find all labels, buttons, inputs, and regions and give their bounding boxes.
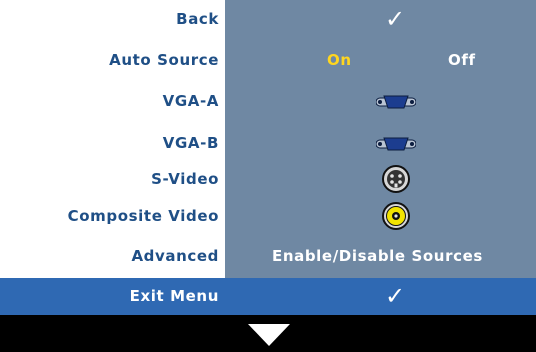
exit-menu-label[interactable]: Exit Menu: [130, 278, 219, 315]
exit-menu-checkmark[interactable]: ✓: [385, 278, 405, 315]
menu-row-vga-a[interactable]: VGA-A: [0, 82, 536, 120]
s-video-label[interactable]: S-Video: [151, 160, 219, 198]
back-label[interactable]: Back: [176, 0, 219, 38]
menu-row-back[interactable]: Back ✓: [0, 0, 536, 38]
vga-port-icon[interactable]: [376, 136, 416, 152]
source-menu: Back ✓ Auto Source On Off VGA-A VGA-B S-…: [0, 0, 536, 352]
enable-disable-sources-option[interactable]: Enable/Disable Sources: [272, 237, 483, 275]
menu-row-advanced[interactable]: Advanced Enable/Disable Sources: [0, 237, 536, 275]
s-video-port-icon[interactable]: [382, 165, 410, 193]
navigation-footer: [0, 315, 536, 352]
composite-video-port-icon[interactable]: [382, 202, 410, 230]
menu-row-auto-source[interactable]: Auto Source On Off: [0, 41, 536, 79]
auto-source-off-option[interactable]: Off: [448, 41, 476, 79]
advanced-label[interactable]: Advanced: [131, 237, 219, 275]
vga-port-icon[interactable]: [376, 94, 416, 110]
down-arrow-icon[interactable]: [248, 324, 290, 346]
vga-a-label[interactable]: VGA-A: [163, 82, 219, 120]
composite-video-label[interactable]: Composite Video: [68, 197, 219, 235]
auto-source-on-option[interactable]: On: [327, 41, 352, 79]
auto-source-label[interactable]: Auto Source: [109, 41, 219, 79]
menu-row-composite-video[interactable]: Composite Video: [0, 197, 536, 235]
exit-menu-bar[interactable]: Exit Menu ✓: [0, 278, 536, 315]
menu-row-vga-b[interactable]: VGA-B: [0, 124, 536, 162]
back-checkmark[interactable]: ✓: [385, 0, 405, 38]
menu-row-s-video[interactable]: S-Video: [0, 160, 536, 198]
vga-b-label[interactable]: VGA-B: [163, 124, 219, 162]
